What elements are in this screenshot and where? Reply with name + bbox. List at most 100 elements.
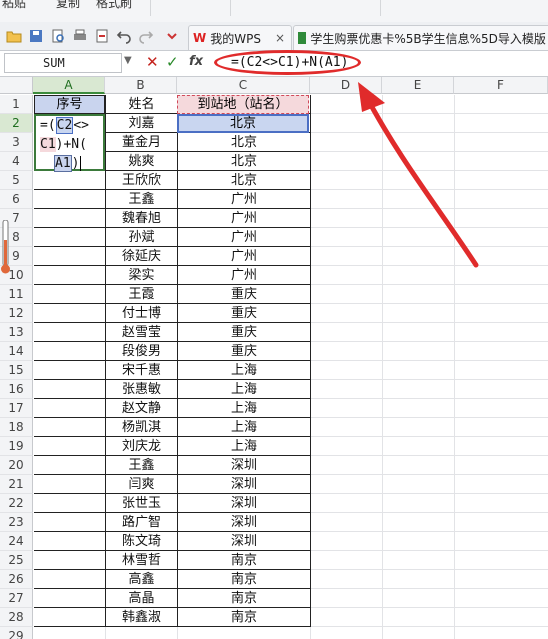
- cell-a[interactable]: [34, 551, 106, 570]
- cell-a[interactable]: [34, 456, 106, 475]
- cell-station[interactable]: 南京: [178, 608, 311, 627]
- cell-name[interactable]: 徐延庆: [106, 247, 178, 266]
- cell-station[interactable]: 深圳: [178, 513, 311, 532]
- cell-name[interactable]: 王鑫: [106, 456, 178, 475]
- cell-empty[interactable]: [311, 437, 383, 456]
- cell-name[interactable]: [106, 627, 178, 639]
- chevron-down-icon[interactable]: ▼: [124, 55, 132, 66]
- row-header[interactable]: 6: [0, 190, 33, 209]
- row-header[interactable]: 15: [0, 361, 33, 380]
- cell-empty[interactable]: [311, 361, 383, 380]
- cell-a[interactable]: [34, 475, 106, 494]
- cell-empty[interactable]: [455, 285, 548, 304]
- cell-empty[interactable]: [455, 627, 548, 639]
- cell-station[interactable]: 广州: [178, 228, 311, 247]
- cell-empty[interactable]: [383, 399, 455, 418]
- column-header-e[interactable]: E: [382, 77, 454, 94]
- cell-name[interactable]: 孙斌: [106, 228, 178, 247]
- undo-icon[interactable]: [116, 28, 132, 44]
- row-header[interactable]: 13: [0, 323, 33, 342]
- cell-station[interactable]: 广州: [178, 190, 311, 209]
- cell-empty[interactable]: [311, 133, 383, 152]
- cell-empty[interactable]: [455, 494, 548, 513]
- cell-empty[interactable]: [455, 171, 548, 190]
- cell-empty[interactable]: [455, 342, 548, 361]
- cell-empty[interactable]: [455, 190, 548, 209]
- cell-empty[interactable]: [383, 114, 455, 133]
- spreadsheet-grid[interactable]: A B C D E F 1姓名到站地（站名）2刘嘉北京3董金月北京4姚爽北京5王…: [0, 77, 548, 639]
- cell-empty[interactable]: [311, 171, 383, 190]
- cell-station[interactable]: 北京: [178, 171, 311, 190]
- cell-empty[interactable]: [383, 152, 455, 171]
- cell-empty[interactable]: [311, 494, 383, 513]
- row-header[interactable]: 25: [0, 551, 33, 570]
- cell-empty[interactable]: [383, 209, 455, 228]
- cell-a[interactable]: [34, 266, 106, 285]
- cell-name[interactable]: 段俊男: [106, 342, 178, 361]
- cell-empty[interactable]: [383, 133, 455, 152]
- cell-empty[interactable]: [311, 456, 383, 475]
- cell-empty[interactable]: [383, 627, 455, 639]
- cell-name[interactable]: 王鑫: [106, 190, 178, 209]
- cell-a[interactable]: [34, 342, 106, 361]
- cell-station[interactable]: 上海: [178, 380, 311, 399]
- cell-empty[interactable]: [455, 133, 548, 152]
- cell-empty[interactable]: [455, 589, 548, 608]
- cell-name[interactable]: 韩鑫淑: [106, 608, 178, 627]
- cell-a[interactable]: [34, 190, 106, 209]
- cell-name[interactable]: 付士博: [106, 304, 178, 323]
- cell-name[interactable]: 宋千惠: [106, 361, 178, 380]
- column-header-b[interactable]: B: [105, 77, 177, 94]
- cell-a[interactable]: [34, 608, 106, 627]
- format-painter-button[interactable]: 格式刷: [96, 0, 132, 11]
- cell-name[interactable]: 姓名: [106, 95, 178, 114]
- row-header[interactable]: 1: [0, 95, 33, 114]
- cell-station[interactable]: 深圳: [178, 532, 311, 551]
- cell-a[interactable]: [34, 361, 106, 380]
- cell-empty[interactable]: [455, 380, 548, 399]
- cell-empty[interactable]: [311, 95, 383, 114]
- cell-name[interactable]: 闫爽: [106, 475, 178, 494]
- cell-c2[interactable]: 北京: [177, 114, 309, 133]
- cell-station[interactable]: 南京: [178, 551, 311, 570]
- column-header-d[interactable]: D: [310, 77, 382, 94]
- cell-a[interactable]: [34, 285, 106, 304]
- cell-empty[interactable]: [455, 247, 548, 266]
- close-icon[interactable]: ×: [275, 31, 285, 45]
- cell-empty[interactable]: [311, 342, 383, 361]
- row-header[interactable]: 14: [0, 342, 33, 361]
- cell-empty[interactable]: [383, 361, 455, 380]
- cell-empty[interactable]: [455, 551, 548, 570]
- cell-empty[interactable]: [455, 608, 548, 627]
- cell-station[interactable]: 深圳: [178, 475, 311, 494]
- cell-name[interactable]: 高鑫: [106, 570, 178, 589]
- column-header-c[interactable]: C: [177, 77, 310, 94]
- row-header[interactable]: 20: [0, 456, 33, 475]
- cell-station[interactable]: 深圳: [178, 494, 311, 513]
- row-header[interactable]: 5: [0, 171, 33, 190]
- cell-empty[interactable]: [383, 418, 455, 437]
- cell-a[interactable]: [34, 532, 106, 551]
- tab-spreadsheet[interactable]: 学生购票优惠卡%5B学生信息%5D导入模版 (1: [293, 25, 548, 50]
- row-header[interactable]: 12: [0, 304, 33, 323]
- cell-a[interactable]: [34, 228, 106, 247]
- cell-empty[interactable]: [383, 95, 455, 114]
- cell-station[interactable]: 重庆: [178, 323, 311, 342]
- cell-empty[interactable]: [383, 285, 455, 304]
- cell-name[interactable]: 高晶: [106, 589, 178, 608]
- print-preview-icon[interactable]: [50, 28, 66, 44]
- cell-empty[interactable]: [311, 285, 383, 304]
- cell-empty[interactable]: [311, 152, 383, 171]
- cell-empty[interactable]: [455, 304, 548, 323]
- cell-station[interactable]: 北京: [178, 152, 311, 171]
- cell-station[interactable]: 深圳: [178, 456, 311, 475]
- cell-station[interactable]: 广州: [178, 247, 311, 266]
- row-header[interactable]: 29: [0, 627, 33, 639]
- cell-empty[interactable]: [311, 475, 383, 494]
- cell-station[interactable]: 重庆: [178, 342, 311, 361]
- column-header-a[interactable]: A: [33, 77, 105, 94]
- cell-name[interactable]: 赵文静: [106, 399, 178, 418]
- redo-icon[interactable]: [138, 28, 154, 44]
- select-all-corner[interactable]: [0, 77, 33, 94]
- cell-empty[interactable]: [455, 513, 548, 532]
